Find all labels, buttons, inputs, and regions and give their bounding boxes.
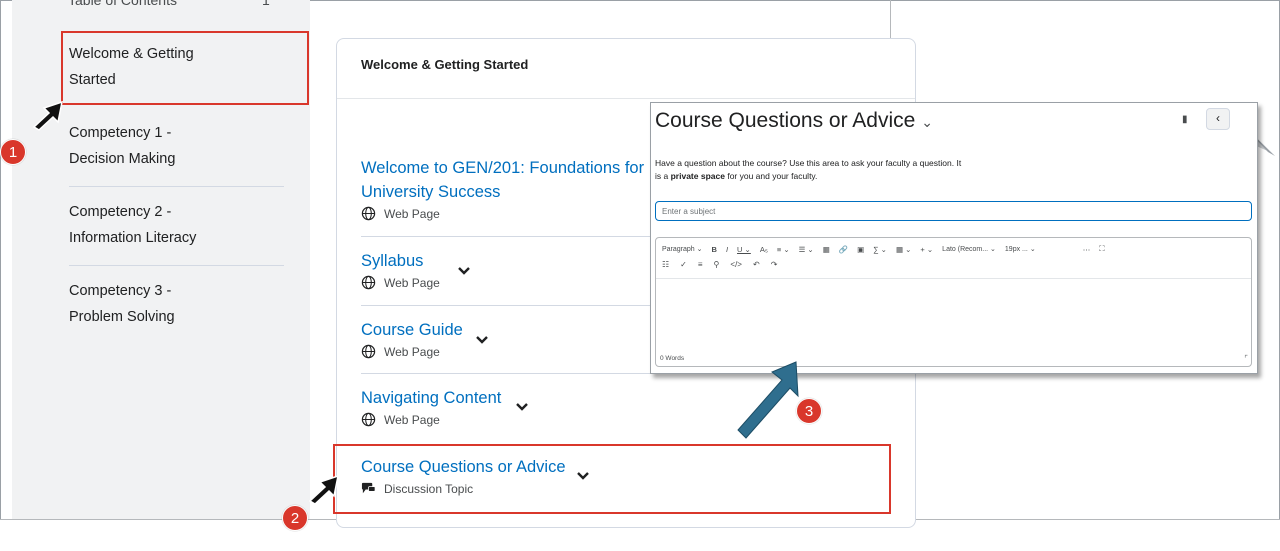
globe-icon [361,206,376,221]
step-marker-2: 2 [282,505,308,531]
topic-type-label: Web Page [384,412,440,427]
topic-title[interactable]: Navigating Content [361,386,501,410]
insert-stuff-icon[interactable]: ▦ [823,245,830,254]
topic-type: Web Page [361,412,501,427]
globe-icon [361,275,376,290]
editor-toolbar-row-2: ☷ ✓ ≡ ⚲ </> ↶ ↷ [662,260,777,269]
desc-post: for you and your faculty. [727,171,818,181]
sidebar-item-competency-1[interactable]: Competency 1 - Decision Making [69,120,289,172]
topic-title[interactable]: University Success [361,180,644,204]
sidebar-item-label: Information Literacy [69,230,197,246]
sidebar-item-label: Competency 1 - [69,125,172,141]
font-color-icon[interactable]: A₅ [760,245,768,254]
topic-type: Web Page [361,344,463,359]
toc-label[interactable]: Table of Contents [68,0,177,8]
hr-icon[interactable]: ≡ [698,260,703,269]
toc-count: 1 [262,0,270,8]
topic-item[interactable]: Welcome to GEN/201: Foundations for Univ… [361,156,644,221]
topic-item[interactable]: Course Guide Web Page [361,318,463,359]
pointer-arrow-icon [32,100,63,131]
topic-title[interactable]: Welcome to GEN/201: Foundations for [361,156,644,180]
topic-item[interactable]: Navigating Content Web Page [361,386,501,427]
word-count: 0 Words [660,355,685,362]
sidebar-item-label: Competency 2 - [69,204,172,220]
sidebar-item-label: Decision Making [69,151,176,167]
topic-title[interactable]: Course Guide [361,318,463,342]
popup-desc-line: is a private space for you and your facu… [655,170,1035,183]
topic-type-label: Web Page [384,344,440,359]
toolbar-divider [656,278,1251,279]
size-label: 19px ... [1004,246,1028,253]
align-icon[interactable]: ≡ ⌄ [777,245,790,254]
format-select[interactable]: Paragraph ⌄ [662,245,703,253]
pin-icon[interactable]: ▮ [1182,114,1188,125]
preview-icon[interactable]: ⚲ [714,260,720,269]
link-icon[interactable]: 🔗 [839,245,848,254]
fullscreen-icon[interactable]: ⛶ [1099,244,1104,254]
bold-icon[interactable]: B [712,245,717,254]
chevron-down-icon[interactable] [457,266,471,276]
desc-bold: private space [670,171,725,181]
chevron-down-icon[interactable] [515,402,529,412]
paint-format-icon[interactable]: ☷ [662,260,669,269]
topic-item[interactable]: Syllabus Web Page [361,249,440,290]
editor-toolbar: Paragraph ⌄ B I U ⌄ A₅ ≡ ⌄ ☰ ⌄ ▦ 🔗 ▣ ∑ ⌄… [662,244,1104,254]
card-header: Welcome & Getting Started [337,39,915,99]
sidebar-item-label: Competency 3 - [69,283,172,299]
section-title: Welcome & Getting Started [361,57,529,72]
globe-icon [361,412,376,427]
topic-title[interactable]: Syllabus [361,249,440,273]
collapse-button[interactable]: ‹ [1206,108,1230,130]
format-label: Paragraph [662,246,695,253]
chevron-down-icon[interactable] [475,335,489,345]
pointer-arrow-icon [308,474,339,505]
underline-icon[interactable]: U ⌄ [737,245,751,254]
highlight-box-topic [333,444,891,514]
desc-pre: is a [655,171,669,181]
popup-title: Course Questions or Advice ⌄ [655,109,933,133]
sidebar-item-competency-2[interactable]: Competency 2 - Information Literacy [69,199,289,251]
undo-icon[interactable]: ↶ [753,260,760,269]
subject-input[interactable]: Enter a subject [655,201,1252,221]
topic-type: Web Page [361,275,440,290]
popup-description: Have a question about the course? Use th… [655,157,1035,183]
step-marker-3: 3 [796,398,822,424]
table-icon[interactable]: ▦ ⌄ [896,245,911,254]
chevron-down-icon[interactable]: ⌄ [921,114,933,130]
rich-text-editor[interactable]: Paragraph ⌄ B I U ⌄ A₅ ≡ ⌄ ☰ ⌄ ▦ 🔗 ▣ ∑ ⌄… [655,237,1252,367]
source-code-icon[interactable]: </> [730,260,742,269]
more-icon[interactable]: ⋯ [1083,245,1091,254]
font-select[interactable]: Lato (Recom... ⌄ [942,245,996,253]
topic-type-label: Web Page [384,275,440,290]
popup-desc-line: Have a question about the course? Use th… [655,158,962,168]
equation-icon[interactable]: ∑ ⌄ [873,245,887,254]
discussion-popup: Course Questions or Advice ⌄ Have a quest… [650,102,1258,374]
highlight-box-sidebar [61,31,309,105]
add-icon[interactable]: + ⌄ [920,245,933,254]
topic-type-label: Web Page [384,206,440,221]
redo-icon[interactable]: ↷ [771,260,778,269]
globe-icon [361,344,376,359]
resize-handle-icon[interactable]: ⌜ [1244,354,1248,363]
topic-type: Web Page [361,206,644,221]
step-marker-1: 1 [0,139,26,165]
image-icon[interactable]: ▣ [857,245,864,254]
font-label: Lato (Recom... [942,246,989,253]
sidebar-item-competency-3[interactable]: Competency 3 - Problem Solving [69,278,289,330]
sidebar-item-label: Problem Solving [69,309,175,325]
sidebar-divider [69,265,284,266]
spellcheck-icon[interactable]: ✓ [680,260,687,269]
list-icon[interactable]: ☰ ⌄ [799,245,814,254]
sidebar-divider [69,186,284,187]
popup-title-text: Course Questions or Advice [655,109,916,132]
italic-icon[interactable]: I [726,245,728,254]
size-select[interactable]: 19px ... ⌄ [1005,245,1036,253]
